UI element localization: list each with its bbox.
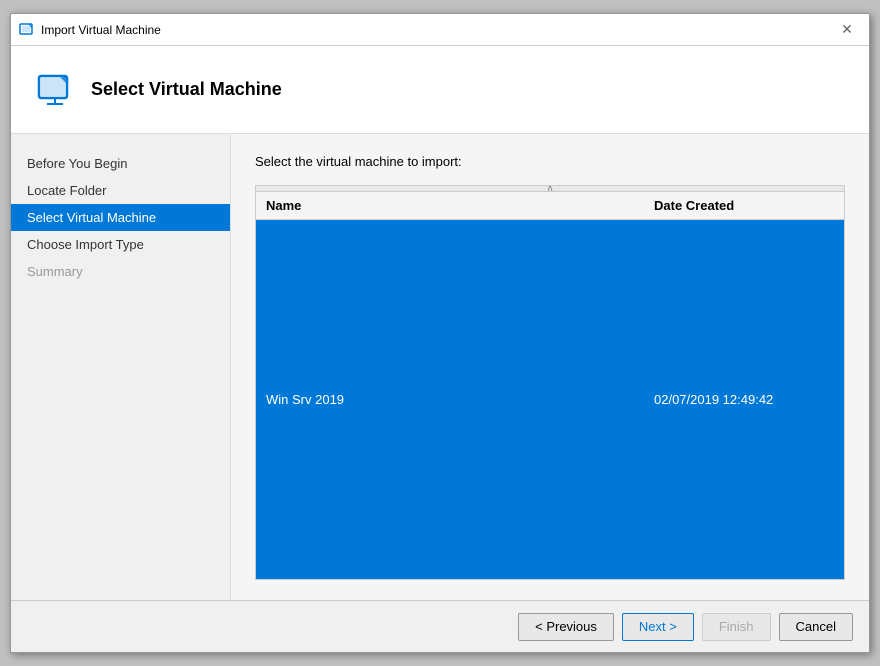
cancel-button[interactable]: Cancel [779, 613, 853, 641]
page-title: Select Virtual Machine [91, 79, 282, 100]
sidebar-item-choose-import-type[interactable]: Choose Import Type [11, 231, 230, 258]
content-area: Before You BeginLocate FolderSelect Virt… [11, 134, 869, 600]
next-button[interactable]: Next > [622, 613, 694, 641]
sidebar-item-before-you-begin[interactable]: Before You Begin [11, 150, 230, 177]
finish-button[interactable]: Finish [702, 613, 771, 641]
table-header-row: Name Date Created [256, 192, 844, 220]
dialog-header: Select Virtual Machine [11, 46, 869, 134]
vm-table: Name Date Created Win Srv 201902/07/2019… [256, 192, 844, 579]
previous-button[interactable]: < Previous [518, 613, 614, 641]
footer: < Previous Next > Finish Cancel [11, 600, 869, 652]
close-button[interactable]: ✕ [833, 19, 861, 41]
vm-name-cell: Win Srv 2019 [256, 220, 644, 580]
instruction-text: Select the virtual machine to import: [255, 154, 845, 169]
col-date-created: Date Created [644, 192, 844, 220]
vm-icon [35, 70, 75, 110]
window-icon [19, 22, 35, 38]
sidebar-item-select-virtual-machine[interactable]: Select Virtual Machine [11, 204, 230, 231]
sidebar-item-summary: Summary [11, 258, 230, 285]
main-content: Select the virtual machine to import: Na… [231, 134, 869, 600]
sidebar-item-locate-folder[interactable]: Locate Folder [11, 177, 230, 204]
window-title: Import Virtual Machine [41, 23, 161, 37]
col-name: Name [256, 192, 644, 220]
vm-table-container: Name Date Created Win Srv 201902/07/2019… [255, 185, 845, 580]
vm-table-body: Win Srv 201902/07/2019 12:49:42 [256, 220, 844, 580]
title-bar: Import Virtual Machine ✕ [11, 14, 869, 46]
sidebar: Before You BeginLocate FolderSelect Virt… [11, 134, 231, 600]
vm-date-cell: 02/07/2019 12:49:42 [644, 220, 844, 580]
import-vm-dialog: Import Virtual Machine ✕ Select Virtual … [10, 13, 870, 653]
table-row[interactable]: Win Srv 201902/07/2019 12:49:42 [256, 220, 844, 580]
